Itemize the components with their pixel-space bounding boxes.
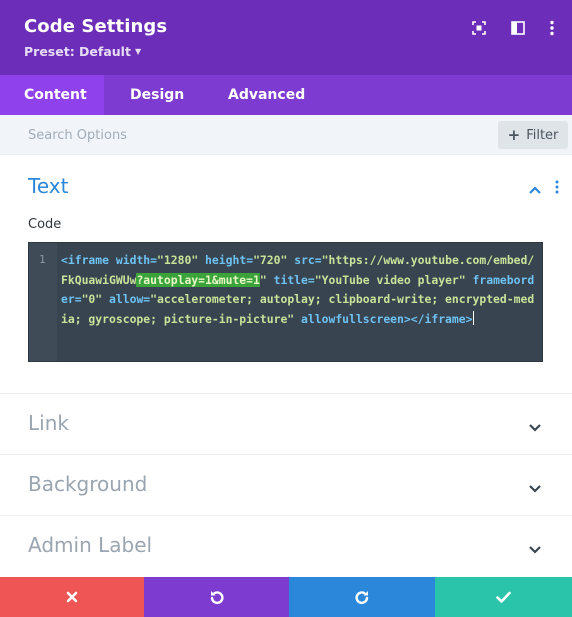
tab-bar: Content Design Advanced	[0, 75, 572, 115]
caret-down-icon: ▼	[134, 47, 142, 56]
cancel-button[interactable]	[0, 577, 144, 617]
modal-title: Code Settings	[24, 16, 168, 37]
code-token: title=	[273, 272, 315, 287]
preset-dropdown[interactable]: Preset: Default ▼	[24, 44, 141, 59]
redo-icon	[355, 591, 369, 605]
section-menu-icon[interactable]	[554, 179, 560, 198]
chevron-down-icon[interactable]	[528, 540, 542, 559]
redo-button[interactable]	[289, 577, 435, 617]
section-divider	[0, 515, 572, 516]
code-token: "	[259, 272, 267, 287]
code-token: <iframe	[61, 253, 110, 267]
section-divider	[0, 393, 572, 394]
code-token: </iframe>	[410, 311, 473, 326]
code-token: width=	[115, 253, 158, 267]
filter-button[interactable]: + Filter	[498, 121, 568, 149]
save-button[interactable]	[435, 577, 572, 617]
undo-button[interactable]	[144, 577, 289, 617]
code-token: "1280"	[157, 253, 199, 267]
preset-label: Preset: Default	[24, 44, 131, 59]
code-token: src=	[294, 253, 322, 267]
line-number: 1	[39, 253, 46, 266]
code-token: "0"	[81, 292, 103, 306]
section-title-admin-label[interactable]: Admin Label	[28, 533, 152, 557]
filter-label: Filter	[526, 127, 559, 143]
code-text[interactable]: <iframe width="1280" height="720" src="h…	[61, 251, 541, 329]
section-title-link[interactable]: Link	[28, 411, 69, 435]
expand-icon[interactable]	[469, 18, 489, 38]
modal-header: Code Settings Preset: Default ▼	[0, 0, 572, 75]
plus-icon: +	[507, 126, 521, 144]
chevron-down-icon[interactable]	[528, 479, 542, 498]
code-highlight: ?autoplay=1&mute=1	[136, 272, 260, 287]
chevron-up-icon[interactable]	[528, 180, 542, 199]
code-token: allowfullscreen	[301, 311, 404, 326]
close-icon	[66, 591, 78, 603]
code-token: "720"	[253, 253, 288, 267]
section-divider	[0, 454, 572, 455]
code-token: "YouTube video player"	[314, 272, 466, 287]
section-title-background[interactable]: Background	[28, 472, 147, 496]
code-field-label: Code	[28, 217, 62, 232]
split-view-icon[interactable]	[508, 18, 528, 38]
code-token: allow=	[109, 292, 151, 306]
chevron-down-icon[interactable]	[528, 418, 542, 437]
section-title-text[interactable]: Text	[28, 174, 68, 198]
code-token: height=	[205, 253, 254, 267]
check-icon	[496, 591, 511, 603]
tab-content[interactable]: Content	[0, 75, 104, 115]
code-editor[interactable]: 1 <iframe width="1280" height="720" src=…	[28, 242, 543, 362]
more-vertical-icon[interactable]	[542, 18, 562, 38]
tab-design[interactable]: Design	[104, 75, 202, 115]
tab-advanced[interactable]: Advanced	[202, 75, 322, 115]
search-bar: + Filter	[0, 115, 572, 155]
code-token: >	[403, 311, 411, 326]
undo-icon	[210, 591, 224, 605]
search-input[interactable]	[0, 115, 490, 155]
text-cursor	[472, 310, 474, 325]
action-bar	[0, 577, 572, 617]
